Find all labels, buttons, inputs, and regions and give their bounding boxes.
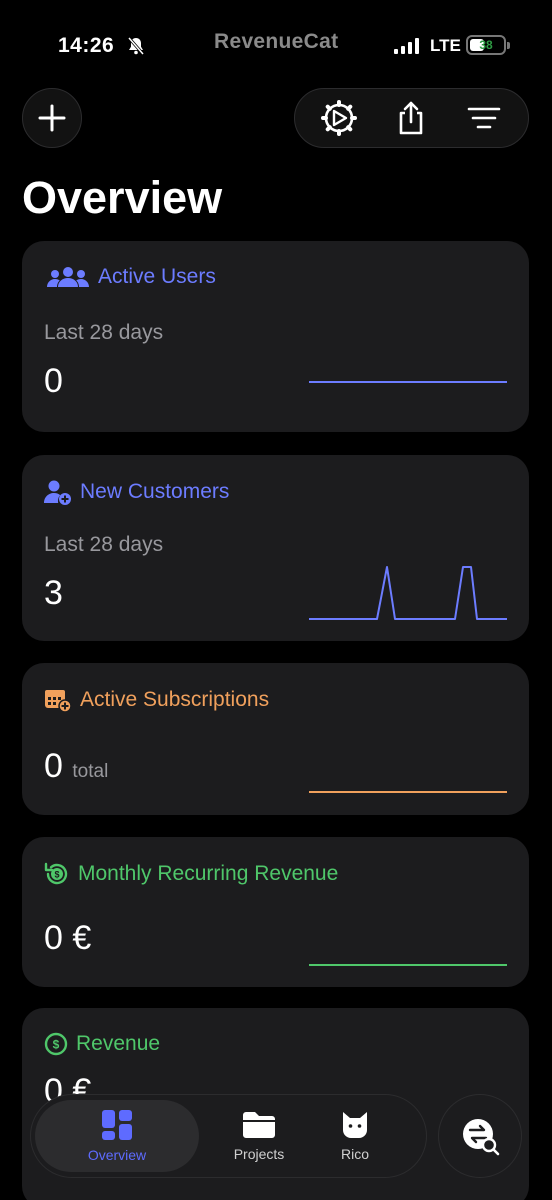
new-customers-sparkline	[309, 566, 507, 620]
card-value: 0	[44, 362, 63, 400]
card-header: Active Subscriptions	[44, 687, 269, 713]
mrr-card[interactable]: $ Monthly Recurring Revenue 0 €	[22, 837, 529, 987]
cat-icon	[343, 1112, 367, 1138]
tab-bar: Overview Projects Rico	[30, 1094, 427, 1178]
filter-icon	[467, 107, 501, 129]
new-customers-card[interactable]: New Customers Last 28 days 3	[22, 455, 529, 641]
svg-text:$: $	[54, 870, 59, 880]
mrr-sparkline	[309, 964, 507, 966]
share-icon	[400, 101, 423, 135]
tab-label: Rico	[340, 1146, 369, 1162]
search-switch-button[interactable]	[438, 1094, 522, 1178]
folder-icon	[243, 1112, 275, 1138]
card-subtitle: Last 28 days	[44, 533, 164, 556]
active-subscriptions-card[interactable]: Active Subscriptions 0 total	[22, 663, 529, 815]
battery-level: 38	[479, 38, 493, 52]
bell-muted-icon	[127, 37, 145, 55]
filter-button[interactable]	[456, 90, 512, 146]
tab-projects[interactable]: Projects	[197, 1095, 321, 1177]
tab-label: Overview	[87, 1147, 147, 1163]
add-button[interactable]	[22, 88, 82, 148]
card-header: $ Monthly Recurring Revenue	[44, 861, 338, 887]
active-users-sparkline	[309, 381, 507, 383]
card-title: Revenue	[76, 1032, 161, 1055]
signal-icon	[394, 38, 419, 54]
settings-button[interactable]	[311, 90, 367, 146]
card-header: New Customers	[44, 479, 229, 505]
card-title: Active Users	[98, 265, 216, 288]
plus-icon	[38, 104, 66, 132]
tab-label: Projects	[233, 1146, 285, 1162]
users-icon	[47, 267, 89, 287]
card-value-number: 0	[44, 747, 63, 785]
share-button[interactable]	[383, 90, 439, 146]
card-header: $ Revenue	[44, 1032, 160, 1056]
card-header: Active Users	[46, 265, 216, 289]
active-subscriptions-sparkline	[309, 791, 507, 793]
card-value: 0 total	[44, 747, 108, 786]
card-subtitle: Last 28 days	[44, 321, 164, 344]
tab-rico[interactable]: Rico	[307, 1095, 403, 1177]
exchange-search-icon	[463, 1119, 500, 1156]
status-bar: 14:26 RevenueCat LTE 38	[0, 0, 552, 90]
app-brand: RevenueCat	[214, 30, 339, 53]
toolbar-group	[294, 88, 529, 148]
card-title: Monthly Recurring Revenue	[78, 862, 339, 885]
battery-icon: 38	[466, 35, 510, 55]
money-icon: $	[44, 1032, 68, 1056]
svg-text:$: $	[53, 1038, 60, 1052]
network-type: LTE	[430, 36, 461, 55]
tab-overview[interactable]: Overview	[35, 1100, 199, 1172]
add-user-icon	[44, 480, 71, 505]
page-title: Overview	[22, 172, 223, 223]
status-time: 14:26	[58, 34, 115, 57]
card-title: Active Subscriptions	[80, 688, 270, 711]
card-value: 0 €	[44, 919, 92, 957]
recurring-money-icon: $	[44, 862, 68, 885]
gear-icon	[321, 100, 358, 136]
active-users-card[interactable]: Active Users Last 28 days 0	[22, 241, 529, 432]
calendar-add-icon	[45, 690, 72, 713]
card-title: New Customers	[80, 480, 230, 503]
card-value: 3	[44, 574, 63, 612]
dashboard-icon	[102, 1110, 132, 1140]
card-value-unit: total	[72, 761, 109, 782]
